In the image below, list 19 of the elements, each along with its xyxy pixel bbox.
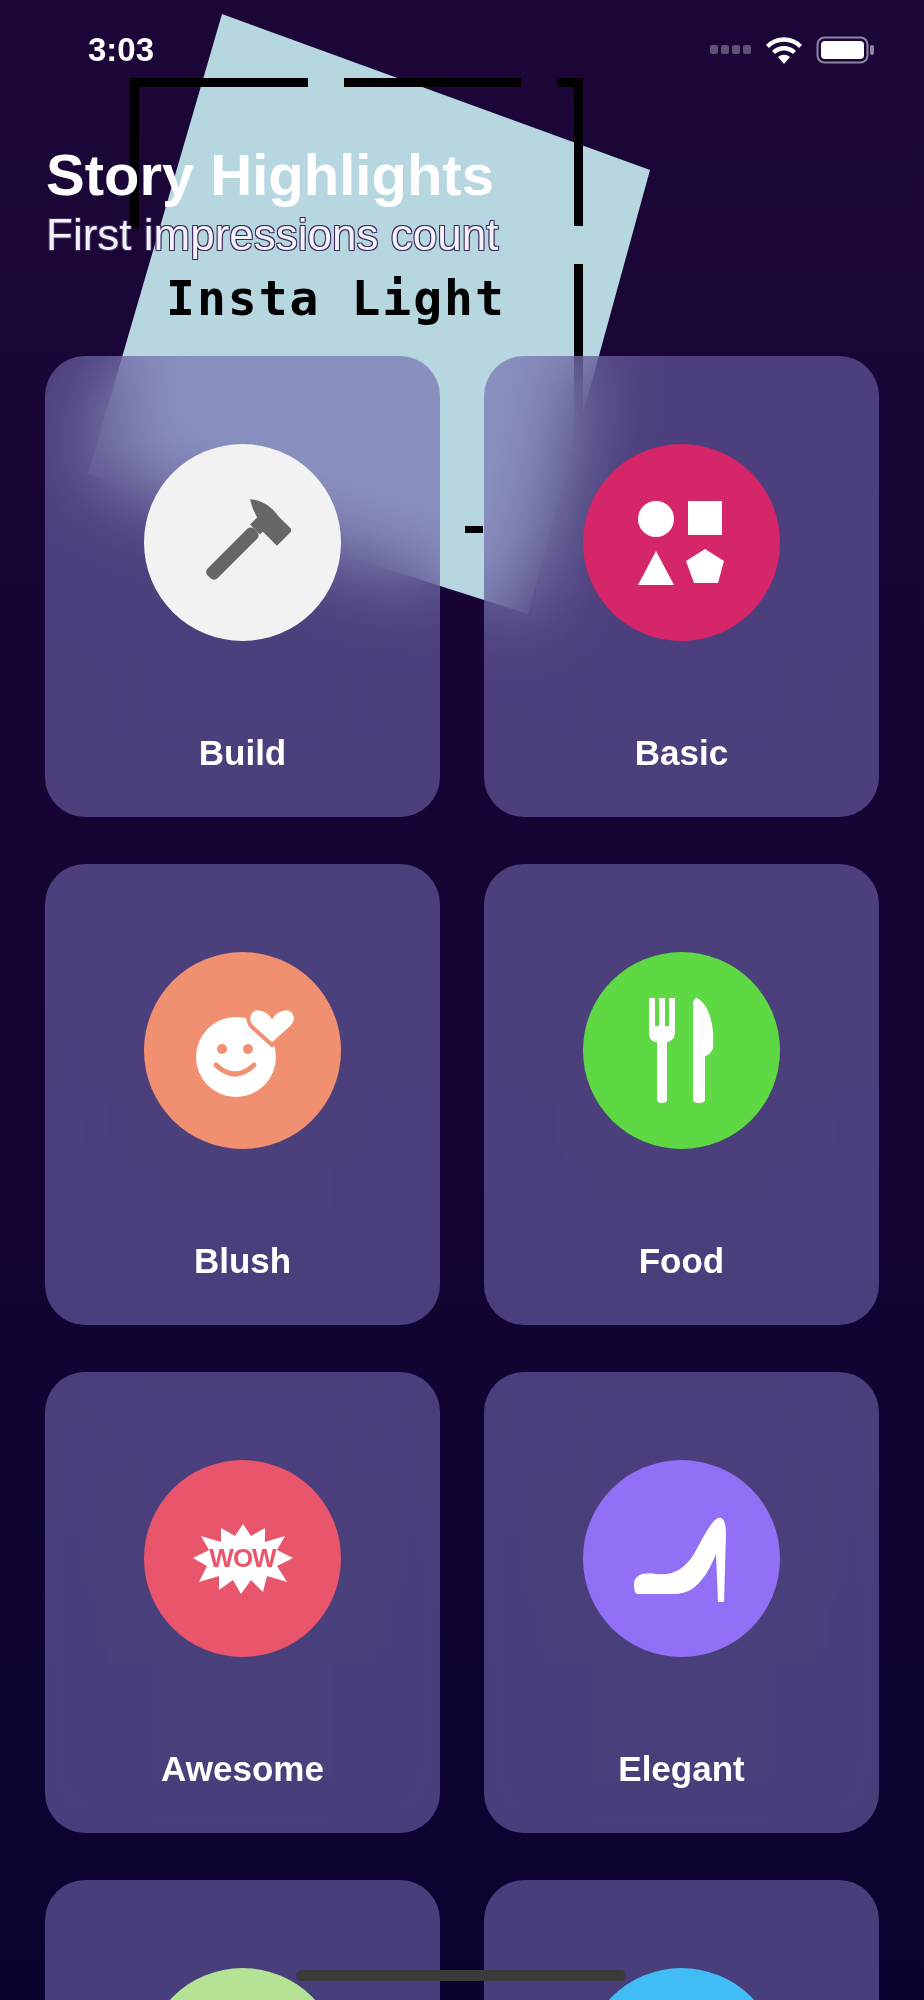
- category-card[interactable]: Basic: [484, 356, 879, 817]
- category-label: Food: [638, 1240, 725, 1282]
- category-card[interactable]: Food: [484, 864, 879, 1325]
- category-card[interactable]: Blush: [45, 864, 440, 1325]
- category-label: Basic: [634, 732, 729, 774]
- burst-icon: [192, 1523, 293, 1594]
- category-card[interactable]: Elegant: [484, 1372, 879, 1833]
- category-card[interactable]: Build: [45, 356, 440, 817]
- category-label: Awesome: [161, 1748, 324, 1790]
- category-card[interactable]: WOW Awesome: [45, 1372, 440, 1833]
- category-label: Elegant: [618, 1748, 745, 1790]
- signal-icon: [710, 45, 752, 55]
- category-label: Blush: [193, 1240, 292, 1282]
- wifi-icon: [766, 36, 802, 64]
- status-time: 3:03: [88, 31, 155, 69]
- battery-icon: [816, 36, 874, 64]
- category-label: Build: [198, 732, 287, 774]
- logo-text: Insta Light: [166, 270, 506, 326]
- wow-text: WOW: [209, 1543, 276, 1574]
